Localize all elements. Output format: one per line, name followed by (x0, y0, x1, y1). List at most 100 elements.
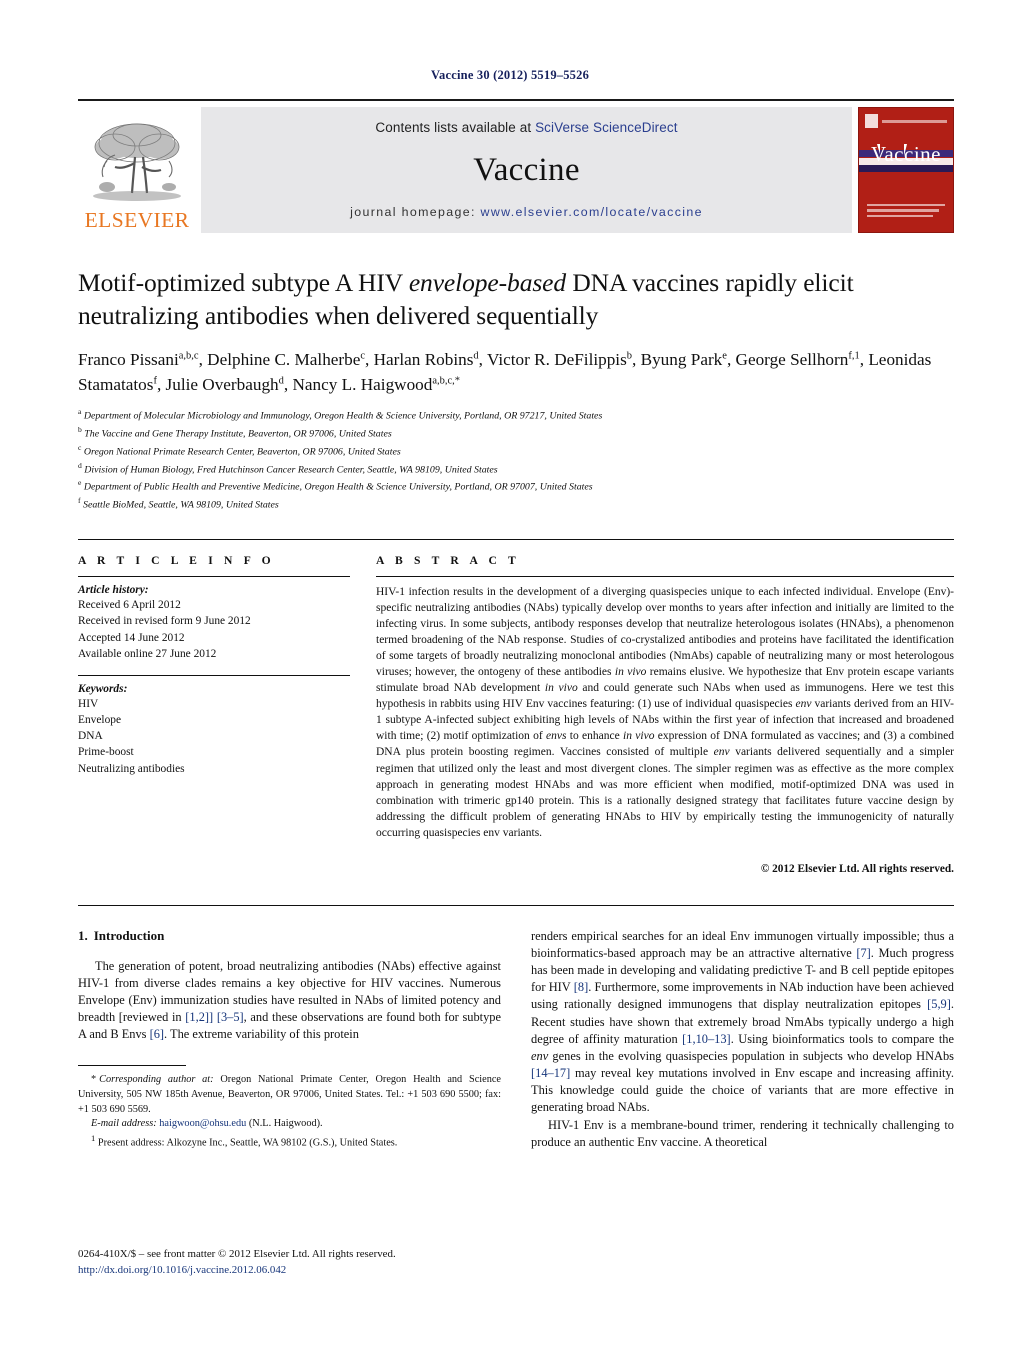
reference-citation[interactable]: [5,9] (927, 997, 951, 1011)
elsevier-tree-icon (93, 123, 181, 201)
keyword-item: Neutralizing antibodies (78, 762, 185, 775)
author-separator: , (283, 374, 293, 394)
keyword-item: HIV (78, 697, 99, 710)
footnote-rule (78, 1065, 186, 1067)
reference-citation[interactable]: [1,2]] (185, 1010, 213, 1024)
author-name: Victor R. DeFilippis (486, 350, 627, 370)
abstract-seg: to enhance (566, 730, 624, 743)
cover-top-bar (865, 113, 947, 129)
journal-homepage-link[interactable]: www.elsevier.com/locate/vaccine (481, 205, 703, 219)
author-entry: Byung Parke (641, 350, 727, 369)
cover-elsevier-mark-icon (865, 114, 878, 128)
reference-citation[interactable]: [7] (856, 946, 870, 960)
affiliation-item: a Department of Molecular Microbiology a… (78, 406, 954, 424)
email-address-label: E-mail address: (91, 1118, 157, 1130)
bottom-matter: 0264-410X/$ – see front matter © 2012 El… (78, 1247, 501, 1279)
affiliation-item: c Oregon National Primate Research Cente… (78, 442, 954, 460)
author-name: Byung Park (640, 350, 723, 370)
author-name: Harlan Robins (373, 350, 474, 370)
affiliation-item: f Seattle BioMed, Seattle, WA 98109, Uni… (78, 495, 954, 513)
cover-top-text-line (882, 119, 947, 123)
banner-center: Contents lists available at SciVerse Sci… (201, 107, 852, 233)
affiliation-item: e Department of Public Health and Preven… (78, 477, 954, 495)
author-name: George Sellhorn (735, 350, 849, 370)
author-separator: , (726, 350, 736, 370)
info-abstract-section: A R T I C L E I N F O Article history: R… (78, 539, 954, 875)
title-italic-segment: envelope-based (408, 268, 567, 297)
affiliation-text: Department of Molecular Microbiology and… (81, 410, 603, 422)
author-affiliation-marker: a,b,c (178, 350, 199, 362)
elsevier-logo: ELSEVIER (78, 107, 196, 233)
affiliation-text: Oregon National Primate Research Center,… (81, 446, 401, 458)
affiliation-text: Department of Public Health and Preventi… (81, 481, 593, 493)
article-history-item: Received in revised form 9 June 2012 (78, 615, 251, 628)
journal-title: Vaccine (473, 151, 580, 188)
para-seg: may reveal key mutations involved in Env… (531, 1066, 954, 1115)
footnote-email: E-mail address: haigwoon@ohsu.edu (N.L. … (78, 1117, 501, 1132)
cover-journal-title: Vaccine (871, 142, 941, 166)
elsevier-wordmark: ELSEVIER (84, 207, 190, 232)
sciencedirect-link[interactable]: SciVerse ScienceDirect (535, 120, 678, 135)
cover-footer-line (867, 209, 939, 212)
reference-citation[interactable]: [1,10–13] (682, 1032, 731, 1046)
para-seg: . Using bioinformatics tools to compare … (730, 1031, 955, 1046)
affiliation-item: b The Vaccine and Gene Therapy Institute… (78, 424, 954, 442)
abstract-column: A B S T R A C T HIV-1 infection results … (376, 554, 954, 875)
reference-citation[interactable]: [8] (574, 980, 588, 994)
reference-citation[interactable]: [3–5] (217, 1010, 244, 1024)
doi-link[interactable]: http://dx.doi.org/10.1016/j.vaccine.2012… (78, 1263, 501, 1279)
article-history-item: Received 6 April 2012 (78, 599, 181, 612)
abstract-copyright: © 2012 Elsevier Ltd. All rights reserved… (760, 862, 954, 875)
affiliation-item: d Division of Human Biology, Fred Hutchi… (78, 460, 954, 478)
article-history-label: Article history: (78, 584, 149, 597)
contents-prefix: Contents lists available at (375, 120, 536, 135)
journal-homepage-line: journal homepage: www.elsevier.com/locat… (350, 205, 703, 219)
author-entry: Delphine C. Malherbec (207, 350, 365, 369)
author-entry: Julie Overbaughd (166, 375, 284, 394)
article-info-column: A R T I C L E I N F O Article history: R… (78, 554, 350, 875)
abstract-italic: in vivo (623, 730, 655, 743)
keywords-rule (78, 674, 350, 676)
homepage-prefix: journal homepage: (350, 205, 481, 219)
journal-cover-thumbnail: Vaccine (858, 107, 954, 233)
author-affiliation-marker: f,1 (848, 350, 860, 362)
intro-paragraph-right-continued: renders empirical searches for an ideal … (531, 928, 954, 1117)
abstract-text: HIV-1 infection results in the developme… (376, 584, 954, 841)
abstract-italic: env (713, 746, 730, 759)
section-number: 1. (78, 927, 88, 943)
author-separator: , (198, 350, 208, 370)
title-segment-1: Motif-optimized subtype A HIV (78, 268, 409, 297)
abstract-heading: A B S T R A C T (376, 554, 520, 568)
author-entry: Nancy L. Haigwooda,b,c,* (293, 375, 461, 394)
cover-footer-line (867, 214, 934, 217)
para-seg: genes in the evolving quasispecies popul… (548, 1048, 954, 1063)
article-title: Motif-optimized subtype A HIV envelope-b… (78, 267, 954, 332)
journal-banner: ELSEVIER Contents lists available at Sci… (78, 99, 954, 233)
section-title: Introduction (93, 927, 165, 943)
article-history-item: Available online 27 June 2012 (78, 647, 217, 660)
author-entry: Harlan Robinsd (374, 350, 479, 369)
para-seg: . The extreme variability of this protei… (164, 1027, 359, 1042)
section-heading-introduction: 1. Introduction (78, 928, 501, 944)
title-block: Motif-optimized subtype A HIV envelope-b… (78, 267, 954, 513)
intro-paragraph-right-second: HIV-1 Env is a membrane-bound trimer, re… (531, 1117, 954, 1149)
author-entry: Victor R. DeFilippisb (487, 350, 632, 369)
author-entry: George Sellhornf,1 (736, 350, 860, 369)
contents-available-line: Contents lists available at SciVerse Sci… (375, 120, 677, 135)
affiliation-text: Seattle BioMed, Seattle, WA 98109, Unite… (80, 499, 279, 511)
keywords-label: Keywords: (78, 682, 128, 695)
para-italic: env (531, 1048, 549, 1063)
footnote-corresponding-author: * Corresponding author at: Oregon Nationa… (78, 1073, 501, 1117)
author-list: Franco Pissania,b,c, Delphine C. Malherb… (78, 348, 954, 397)
reference-citation[interactable]: [14–17] (531, 1066, 570, 1080)
keyword-item: Envelope (78, 714, 122, 727)
abstract-seg: HIV-1 infection results in the developme… (376, 586, 954, 679)
reference-citation[interactable]: [6] (150, 1027, 164, 1041)
abstract-seg: variants delivered sequentially and a si… (376, 746, 954, 839)
body-column-left: 1. Introduction The generation of potent,… (78, 928, 501, 1151)
cover-footer-lines (867, 203, 945, 221)
email-address-link[interactable]: haigwoon@ohsu.edu (159, 1118, 246, 1129)
author-separator: , (156, 374, 166, 394)
keyword-item: DNA (78, 730, 103, 743)
